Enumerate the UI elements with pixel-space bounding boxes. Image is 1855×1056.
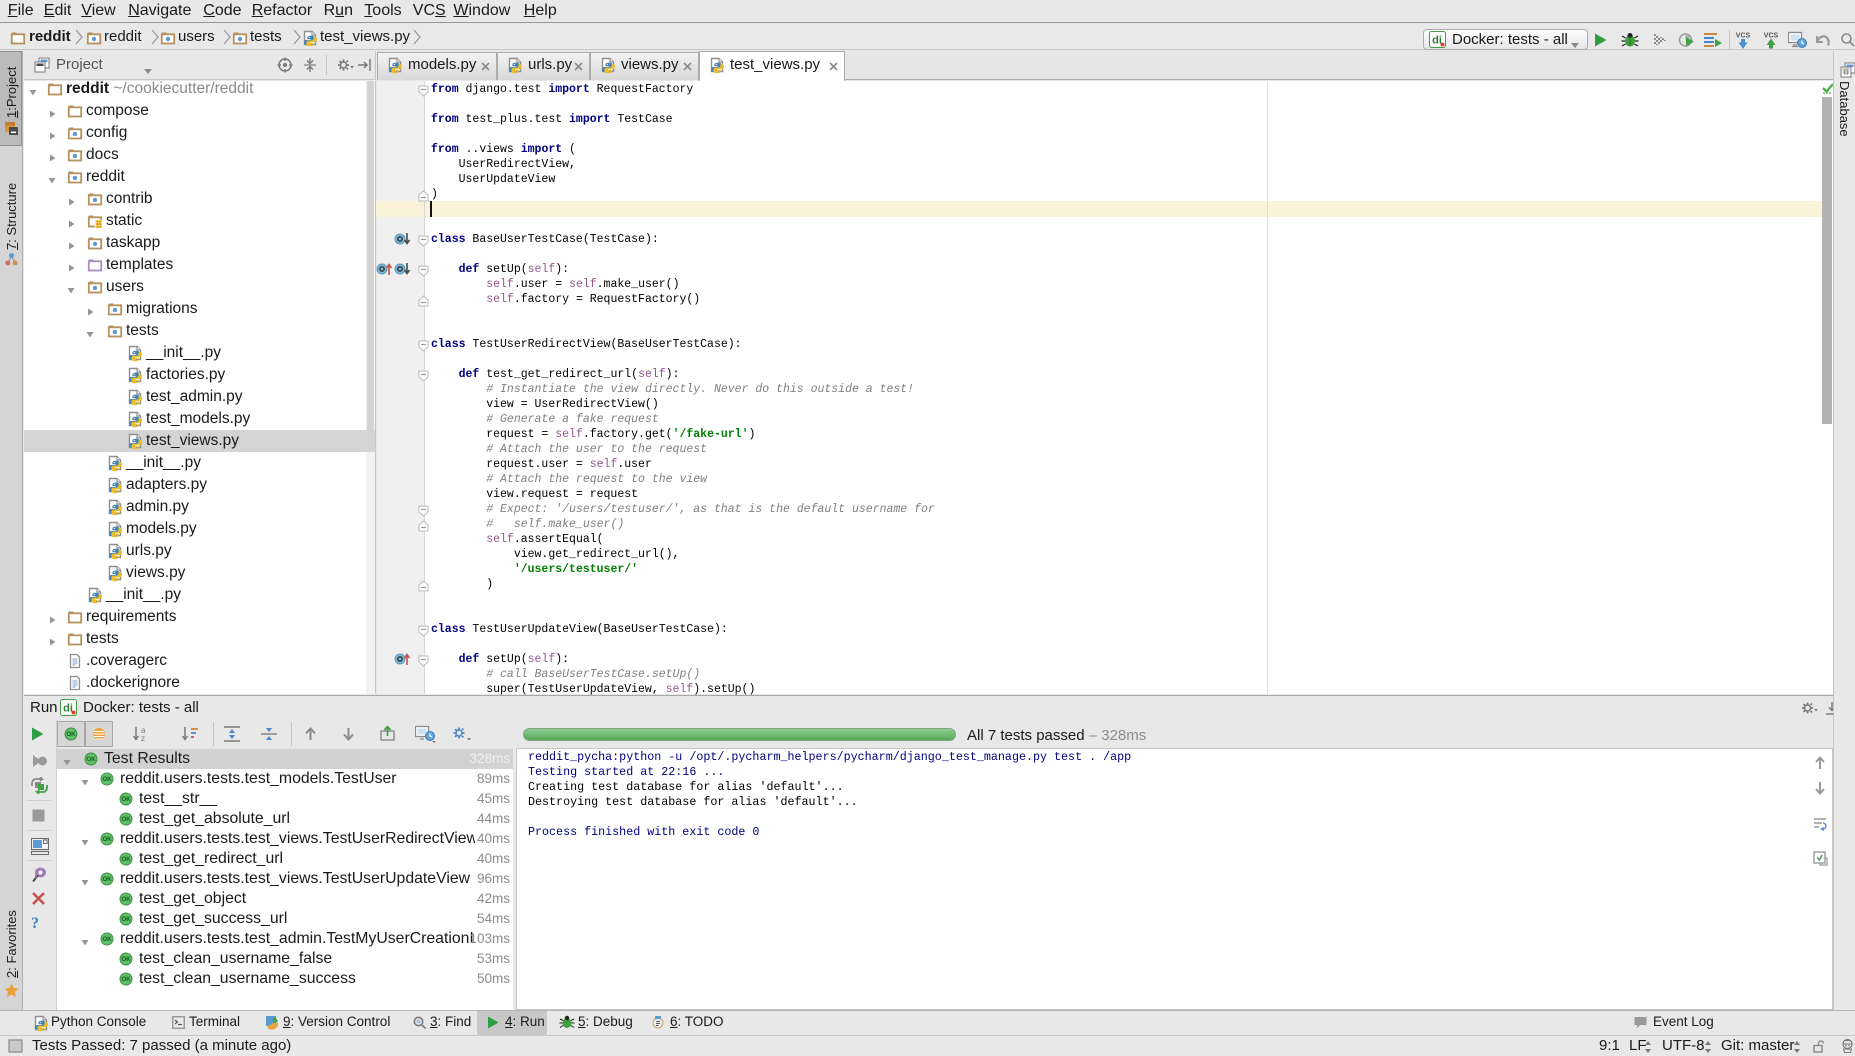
svg-text:OK: OK [102, 836, 112, 843]
svg-text:OK: OK [121, 916, 131, 923]
svg-text:VCS: VCS [1736, 33, 1751, 40]
svg-text:di: di [1432, 35, 1442, 47]
svg-text:VCS: VCS [1764, 33, 1779, 40]
svg-text:OK: OK [102, 776, 112, 783]
svg-text:OK: OK [66, 731, 76, 738]
svg-text:z: z [141, 734, 145, 743]
svg-text:OK: OK [121, 856, 131, 863]
svg-text:OK: OK [121, 956, 131, 963]
svg-text:di: di [63, 703, 73, 715]
svg-text:OK: OK [121, 816, 131, 823]
svg-text:OK: OK [86, 756, 96, 763]
svg-text:OK: OK [102, 936, 112, 943]
svg-text:OK: OK [121, 976, 131, 983]
svg-text:OK: OK [121, 896, 131, 903]
svg-text:OK: OK [121, 796, 131, 803]
svg-text:OK: OK [102, 876, 112, 883]
